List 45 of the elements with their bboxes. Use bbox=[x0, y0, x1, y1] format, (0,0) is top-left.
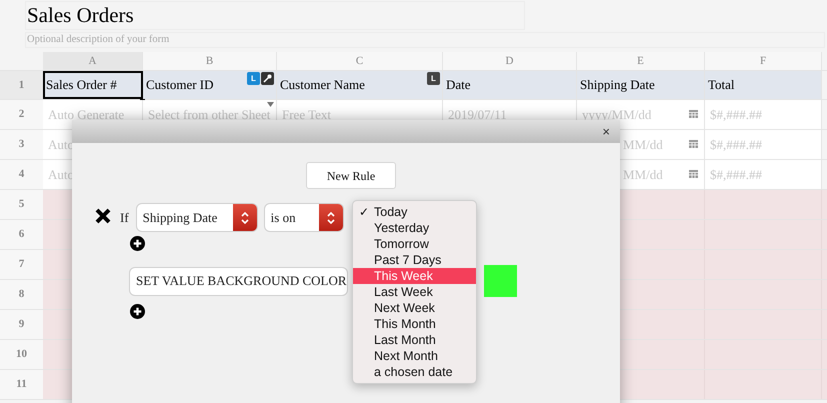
operator-select[interactable]: is on bbox=[264, 204, 343, 231]
calendar-icon[interactable] bbox=[689, 139, 698, 148]
calendar-icon[interactable] bbox=[689, 109, 698, 118]
table-cell[interactable] bbox=[822, 190, 827, 219]
menu-item[interactable]: a chosen date bbox=[353, 364, 476, 380]
menu-item[interactable]: Last Month bbox=[353, 332, 476, 348]
color-swatch[interactable] bbox=[484, 265, 517, 297]
table-cell[interactable]: $#,###.## bbox=[705, 160, 822, 189]
table-cell[interactable] bbox=[705, 190, 822, 219]
column-header-cell[interactable]: Customer Name L bbox=[277, 71, 443, 99]
stepper-icon bbox=[318, 204, 343, 231]
menu-item[interactable]: Next Week bbox=[353, 300, 476, 316]
menu-item[interactable]: Yesterday bbox=[353, 220, 476, 236]
add-icon[interactable] bbox=[130, 236, 145, 251]
column-header-cell[interactable]: Sales Order # bbox=[43, 71, 143, 99]
menu-item[interactable]: This Week bbox=[353, 268, 476, 284]
form-description[interactable]: Optional description of your form bbox=[25, 32, 825, 48]
caret-icon bbox=[267, 102, 274, 107]
letter-badge: L bbox=[247, 72, 260, 85]
menu-item[interactable]: Past 7 Days bbox=[353, 252, 476, 268]
column-header-cell[interactable]: Shipping Date bbox=[577, 71, 705, 99]
calendar-icon[interactable] bbox=[689, 169, 698, 178]
menu-item[interactable]: ✓ Today bbox=[353, 204, 476, 220]
table-cell[interactable]: $#,###.## bbox=[705, 130, 822, 159]
letter-badge: L bbox=[427, 72, 440, 85]
table-cell[interactable] bbox=[822, 370, 827, 399]
field-select[interactable]: Shipping Date bbox=[136, 204, 257, 231]
menu-item[interactable]: Next Month bbox=[353, 348, 476, 364]
column-header-cell[interactable]: Total bbox=[705, 71, 822, 99]
column-letter[interactable]: A bbox=[43, 52, 143, 70]
new-rule-button[interactable]: New Rule bbox=[306, 162, 396, 189]
stepper-icon bbox=[232, 204, 257, 231]
table-cell[interactable] bbox=[705, 370, 822, 399]
add-icon[interactable] bbox=[130, 304, 145, 319]
delete-icon[interactable] bbox=[94, 207, 112, 225]
table-cell[interactable]: $#,###.## bbox=[705, 100, 822, 129]
menu-item[interactable]: Last Week bbox=[353, 284, 476, 300]
if-label: If bbox=[120, 208, 129, 227]
column-header-cell[interactable]: Date bbox=[443, 71, 577, 99]
form-title[interactable]: Sales Orders bbox=[25, 1, 525, 30]
menu-item[interactable]: Tomorrow bbox=[353, 236, 476, 252]
column-header-cell[interactable]: Customer ID L bbox=[143, 71, 277, 99]
menu-item[interactable]: This Month bbox=[353, 316, 476, 332]
row-number[interactable]: 1 bbox=[0, 71, 43, 99]
action-select[interactable]: SET VALUE BACKGROUND COLOR bbox=[130, 268, 347, 294]
